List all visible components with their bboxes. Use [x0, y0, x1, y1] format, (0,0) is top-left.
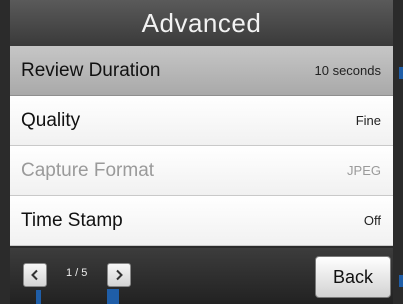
- page-indicator: 1 / 5: [66, 267, 88, 279]
- setting-label: Quality: [21, 109, 81, 131]
- setting-row-quality[interactable]: Quality Fine: [10, 96, 393, 146]
- next-page-button[interactable]: [107, 263, 131, 287]
- settings-list: Review Duration 10 seconds Quality Fine …: [10, 46, 393, 246]
- setting-row-time-stamp[interactable]: Time Stamp Off: [10, 196, 393, 246]
- setting-row-capture-format: Capture Format JPEG: [10, 146, 393, 196]
- callout-marker: [399, 275, 403, 287]
- callout-marker: [107, 289, 119, 304]
- chevron-right-icon: [116, 269, 123, 281]
- callout-marker: [399, 67, 403, 79]
- page-title: Advanced: [10, 0, 393, 46]
- chevron-left-icon: [31, 269, 38, 281]
- setting-label: Time Stamp: [21, 209, 123, 231]
- callout-marker: [36, 290, 41, 304]
- back-button[interactable]: Back: [315, 256, 391, 298]
- setting-value: Fine: [355, 113, 381, 128]
- setting-value: JPEG: [347, 163, 381, 178]
- setting-row-review-duration[interactable]: Review Duration 10 seconds: [10, 46, 393, 96]
- footer-bar: 1 / 5 Back: [10, 248, 393, 304]
- setting-value: Off: [363, 213, 381, 228]
- previous-page-button[interactable]: [23, 263, 47, 287]
- advanced-settings-screen: Advanced Review Duration 10 seconds Qual…: [10, 0, 393, 304]
- setting-label: Capture Format: [21, 159, 155, 181]
- setting-label: Review Duration: [21, 59, 161, 81]
- setting-value: 10 seconds: [314, 63, 382, 78]
